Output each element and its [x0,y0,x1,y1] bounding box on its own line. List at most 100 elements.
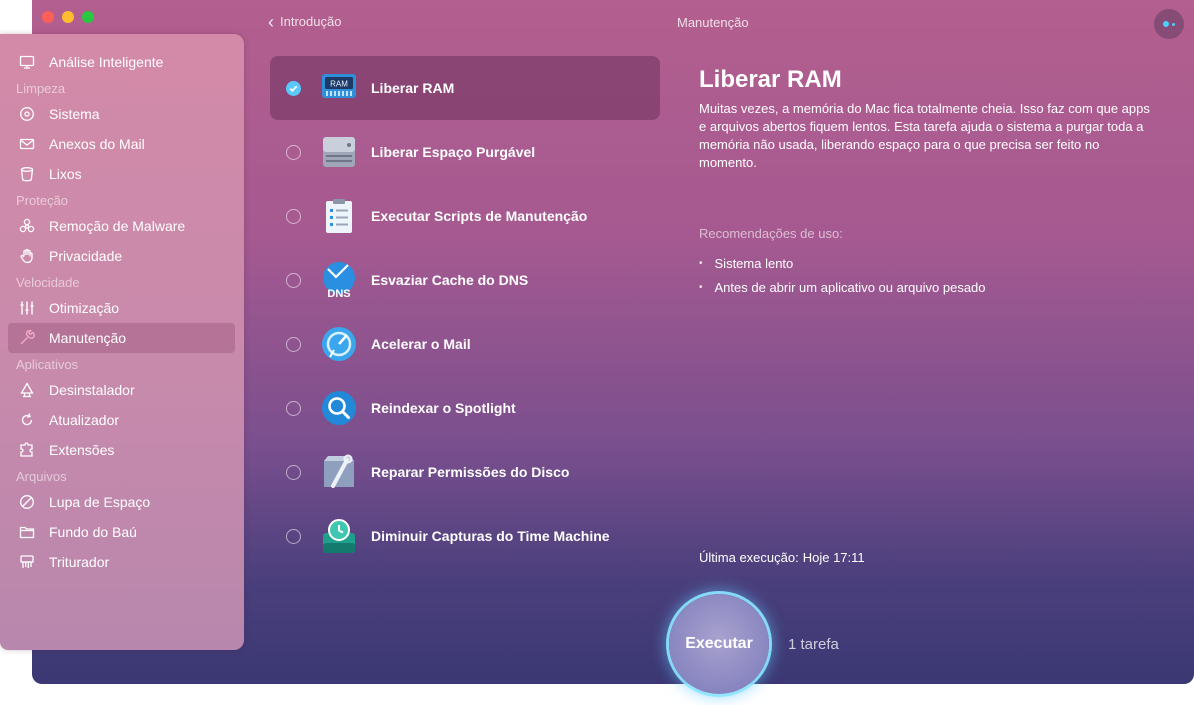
task-label: Liberar Espaço Purgável [371,144,536,160]
sidebar-item-label: Análise Inteligente [49,54,164,70]
sidebar-item-label: Sistema [49,106,100,122]
sidebar-item-label: Lupa de Espaço [49,494,151,510]
task-row-flush-dns[interactable]: DNS Esvaziar Cache do DNS [270,248,660,312]
list-item: Antes de abrir um aplicativo ou arquivo … [699,275,986,299]
task-label: Acelerar o Mail [371,336,471,352]
recommendations-list: Sistema lento Antes de abrir um aplicati… [699,251,986,299]
close-window-button[interactable] [42,11,54,23]
run-button[interactable]: Executar [669,594,769,694]
task-label: Executar Scripts de Manutenção [371,208,588,224]
task-checkbox[interactable] [286,400,301,416]
task-count: 1 tarefa [788,636,839,653]
sidebar-item-optimization[interactable]: Otimização [0,293,244,323]
sidebar-item-space-lens[interactable]: Lupa de Espaço [0,487,244,517]
task-label: Liberar RAM [371,80,455,96]
sidebar-item-malware-removal[interactable]: Remoção de Malware [0,211,244,241]
last-run-value: Hoje 17:11 [802,550,865,565]
sidebar: Análise Inteligente Limpeza Sistema Anex… [0,34,244,650]
sidebar-item-label: Triturador [49,554,110,570]
task-checkbox[interactable] [286,144,301,160]
sliders-icon [18,299,36,317]
detail-description: Muitas vezes, a memória do Mac fica tota… [699,101,1150,170]
task-row-reindex-spotlight[interactable]: Reindexar o Spotlight [270,376,660,440]
task-label: Reparar Permissões do Disco [371,464,570,480]
trash-icon [18,165,36,183]
back-button-label: Introdução [280,14,342,29]
task-row-speed-up-mail[interactable]: Acelerar o Mail [270,312,660,376]
assistant-dot-icon [1163,21,1169,27]
sidebar-item-shredder[interactable]: Triturador [0,547,244,577]
back-button[interactable]: ‹ Introdução [268,11,342,32]
task-list: RAM Liberar RAM Liberar Espaço Purgável … [270,56,660,568]
sidebar-section-cleanup: Limpeza [16,81,66,96]
ram-icon: RAM [322,74,356,98]
space-lens-icon [18,493,36,511]
task-checkbox[interactable] [286,336,301,352]
recommendations-title: Recomendações de uso: [699,226,843,241]
puzzle-icon [18,441,36,459]
clipboard-icon [326,199,352,233]
time-machine-icon [323,519,355,553]
sidebar-item-large-old-files[interactable]: Fundo do Baú [0,517,244,547]
task-checkbox[interactable] [286,208,301,224]
sidebar-section-applications: Aplicativos [16,357,79,372]
sidebar-item-label: Privacidade [49,248,123,264]
task-checkbox[interactable] [286,272,301,288]
minimize-window-button[interactable] [62,11,74,23]
sidebar-section-speed: Velocidade [16,275,80,290]
last-run: Última execução: Hoje 17:11 [699,550,865,565]
sidebar-item-extensions[interactable]: Extensões [0,435,244,465]
sidebar-item-trash[interactable]: Lixos [0,159,244,189]
sidebar-item-label: Atualizador [49,412,120,428]
sidebar-item-updater[interactable]: Atualizador [0,405,244,435]
task-row-purgeable-space[interactable]: Liberar Espaço Purgável [270,120,660,184]
folder-icon [18,523,36,541]
biohazard-icon [18,217,36,235]
sidebar-item-smart-scan[interactable]: Análise Inteligente [0,47,244,77]
task-checkbox[interactable] [286,528,301,544]
drive-icon [323,137,355,167]
task-checkbox[interactable] [286,80,301,96]
envelope-icon [18,135,36,153]
sidebar-item-mail-attachments[interactable]: Anexos do Mail [0,129,244,159]
task-label: Diminuir Capturas do Time Machine [371,528,610,544]
chevron-left-icon: ‹ [268,11,274,32]
svg-text:DNS: DNS [327,288,350,299]
task-label: Esvaziar Cache do DNS [371,272,529,288]
disk-repair-icon [324,454,354,488]
spotlight-icon [322,391,356,425]
updater-icon [18,411,36,429]
last-run-label: Última execução: [699,550,799,565]
assistant-dot-small-icon [1172,22,1175,26]
sidebar-item-label: Lixos [49,166,82,182]
task-checkbox[interactable] [286,464,301,480]
dns-icon: DNS [323,262,355,299]
svg-text:RAM: RAM [330,80,348,89]
hand-icon [18,247,36,265]
sidebar-item-uninstaller[interactable]: Desinstalador [0,375,244,405]
wrench-icon [18,329,36,347]
detail-title: Liberar RAM [699,66,842,93]
monitor-icon [18,53,36,71]
task-row-time-machine[interactable]: Diminuir Capturas do Time Machine [270,504,660,568]
uninstaller-icon [18,381,36,399]
task-row-free-ram[interactable]: RAM Liberar RAM [270,56,660,120]
assistant-button[interactable] [1154,9,1184,39]
task-row-maintenance-scripts[interactable]: Executar Scripts de Manutenção [270,184,660,248]
sidebar-item-label: Desinstalador [49,382,135,398]
sidebar-item-label: Manutenção [49,330,127,346]
run-button-label: Executar [685,635,753,652]
task-row-repair-disk-permissions[interactable]: Reparar Permissões do Disco [270,440,660,504]
sidebar-item-privacy[interactable]: Privacidade [0,241,244,271]
disc-icon [18,105,36,123]
sidebar-item-maintenance[interactable]: Manutenção [8,323,235,353]
sidebar-item-label: Anexos do Mail [49,136,145,152]
sidebar-item-label: Otimização [49,300,120,316]
sidebar-item-system[interactable]: Sistema [0,99,244,129]
zoom-window-button[interactable] [82,11,94,23]
shredder-icon [18,553,36,571]
task-label: Reindexar o Spotlight [371,400,516,416]
sidebar-item-label: Extensões [49,442,115,458]
sidebar-section-protection: Proteção [16,193,69,208]
sidebar-item-label: Fundo do Baú [49,524,137,540]
